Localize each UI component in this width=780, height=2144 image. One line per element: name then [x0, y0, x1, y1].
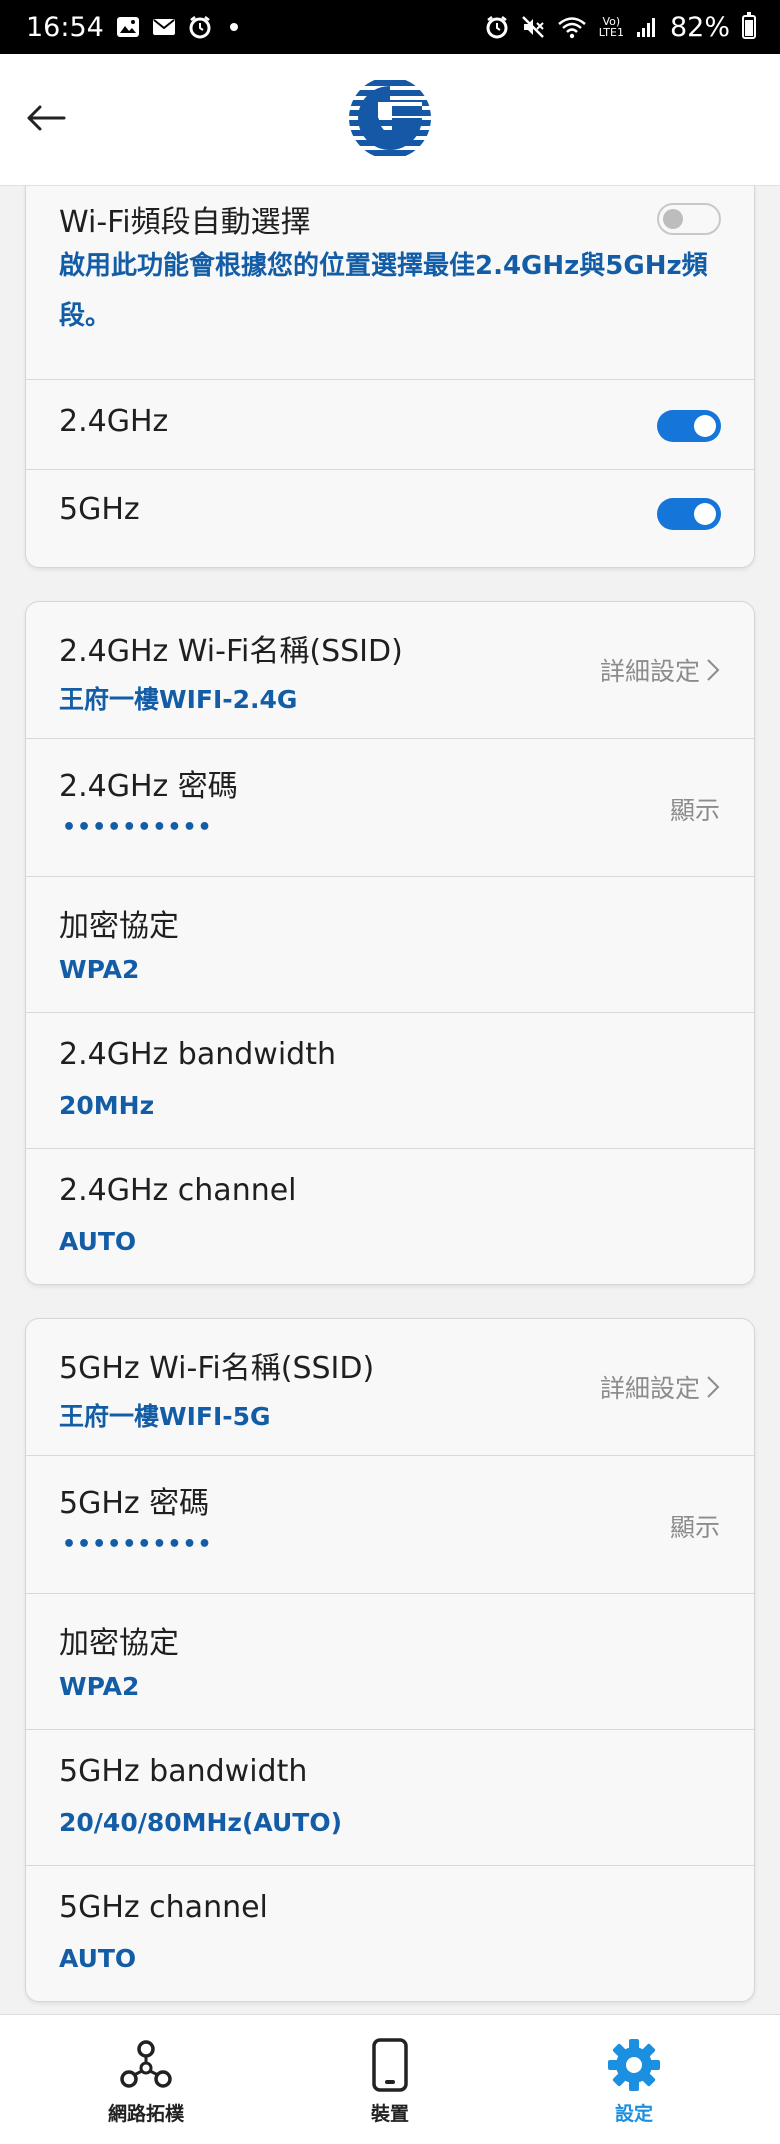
- mute-icon: [521, 15, 545, 39]
- ssid-5-detail-button[interactable]: 詳細設定: [600, 1369, 720, 1405]
- alarm-icon: [485, 15, 509, 39]
- ssid-5-value: 王府一樓WIFI-5G: [59, 1402, 271, 1431]
- channel-24-row: 2.4GHz channel AUTO: [26, 1148, 754, 1284]
- bandwidth-24-label: 2.4GHz bandwidth: [59, 1037, 336, 1072]
- nav-network-topology[interactable]: 網路拓樸: [16, 2015, 276, 2144]
- encryption-24-label: 加密協定: [59, 909, 179, 944]
- image-icon: [116, 16, 140, 38]
- chunghwa-telecom-logo-icon: [348, 76, 432, 160]
- password-24-value: ••••••••••: [62, 815, 213, 840]
- signal-icon: [636, 16, 658, 38]
- band-24-label: 2.4GHz: [59, 404, 169, 439]
- ssid-24-detail-button[interactable]: 詳細設定: [600, 652, 720, 688]
- settings-scroll-area[interactable]: Wi-Fi頻段自動選擇 啟用此功能會根據您的位置選擇最佳2.4GHz與5GHz頻…: [0, 186, 780, 2014]
- wifi-24-card: 2.4GHz Wi-Fi名稱(SSID) 王府一樓WIFI-2.4G 詳細設定 …: [25, 601, 755, 1285]
- status-time: 16:54: [26, 11, 104, 43]
- ssid-24-detail-label: 詳細設定: [599, 657, 700, 686]
- auto-band-description: 啟用此功能會根據您的位置選擇最佳2.4GHz與5GHz頻段。: [59, 251, 708, 331]
- ssid-5-row[interactable]: 5GHz Wi-Fi名稱(SSID) 王府一樓WIFI-5G 詳細設定: [26, 1319, 754, 1455]
- band-24-toggle[interactable]: [657, 410, 721, 442]
- dot-icon: [229, 23, 238, 31]
- nav-settings[interactable]: 設定: [504, 2015, 764, 2144]
- mail-icon: [152, 18, 176, 36]
- encryption-5-value: WPA2: [59, 1672, 140, 1701]
- status-bar-right: Vo) LTE1 82%: [485, 12, 756, 43]
- auto-band-row: Wi-Fi頻段自動選擇 啟用此功能會根據您的位置選擇最佳2.4GHz與5GHz頻…: [26, 186, 754, 379]
- channel-5-label: 5GHz channel: [59, 1890, 268, 1925]
- status-bar: 16:54 Vo) LTE1 82%: [0, 0, 780, 54]
- arrow-left-icon: [27, 105, 66, 131]
- encryption-5-row: 加密協定 WPA2: [26, 1593, 754, 1729]
- chevron-right-icon: [707, 1376, 720, 1398]
- channel-24-label: 2.4GHz channel: [59, 1173, 297, 1208]
- wifi-icon: [557, 15, 587, 39]
- bandwidth-5-label: 5GHz bandwidth: [59, 1754, 308, 1789]
- ssid-5-detail-label: 詳細設定: [599, 1374, 700, 1403]
- ssid-5-label: 5GHz Wi-Fi名稱(SSID): [59, 1351, 375, 1386]
- password-24-label: 2.4GHz 密碼: [59, 769, 238, 804]
- band-5-row: 5GHz: [26, 469, 754, 559]
- auto-band-label: Wi-Fi頻段自動選擇: [59, 205, 311, 240]
- bandwidth-5-value: 20/40/80MHz(AUTO): [59, 1808, 343, 1837]
- encryption-5-label: 加密協定: [59, 1626, 179, 1661]
- encryption-24-value: WPA2: [59, 955, 140, 984]
- ssid-24-row[interactable]: 2.4GHz Wi-Fi名稱(SSID) 王府一樓WIFI-2.4G 詳細設定: [26, 602, 754, 738]
- band-5-toggle[interactable]: [657, 498, 721, 530]
- nav-network-topology-label: 網路拓樸: [107, 2103, 184, 2125]
- alarm-clock-icon: [188, 15, 212, 39]
- band-5-label: 5GHz: [59, 492, 140, 527]
- gear-icon: [608, 2039, 660, 2091]
- bandwidth-24-value: 20MHz: [59, 1091, 155, 1120]
- bandwidth-24-row: 2.4GHz bandwidth 20MHz: [26, 1012, 754, 1148]
- channel-5-row: 5GHz channel AUTO: [26, 1865, 754, 2001]
- nav-devices[interactable]: 裝置: [260, 2015, 520, 2144]
- password-5-row: 5GHz 密碼 •••••••••• 顯示: [26, 1455, 754, 1593]
- bottom-navigation: 網路拓樸 裝置 設定: [0, 2014, 780, 2144]
- nav-settings-label: 設定: [614, 2103, 653, 2125]
- network-topology-icon: [120, 2040, 172, 2088]
- volte-icon: Vo) LTE1: [598, 15, 624, 39]
- auto-band-toggle[interactable]: [657, 203, 721, 235]
- channel-5-value: AUTO: [59, 1944, 137, 1973]
- bandwidth-5-row: 5GHz bandwidth 20/40/80MHz(AUTO): [26, 1729, 754, 1865]
- app-header: [0, 54, 780, 186]
- password-24-row: 2.4GHz 密碼 •••••••••• 顯示: [26, 738, 754, 876]
- ssid-24-label: 2.4GHz Wi-Fi名稱(SSID): [59, 634, 403, 669]
- password-24-show-button[interactable]: 顯示: [670, 791, 720, 827]
- band-selection-card: Wi-Fi頻段自動選擇 啟用此功能會根據您的位置選擇最佳2.4GHz與5GHz頻…: [25, 186, 755, 568]
- battery-icon: [742, 12, 756, 39]
- chevron-right-icon: [707, 659, 720, 681]
- wifi-5-card: 5GHz Wi-Fi名稱(SSID) 王府一樓WIFI-5G 詳細設定 5GHz…: [25, 1318, 755, 2002]
- phone-device-icon: [372, 2038, 408, 2092]
- password-5-value: ••••••••••: [62, 1532, 213, 1557]
- battery-percent: 82%: [669, 11, 730, 43]
- password-5-label: 5GHz 密碼: [59, 1486, 210, 1521]
- status-bar-left: 16:54: [26, 12, 238, 43]
- password-5-show-button[interactable]: 顯示: [670, 1508, 720, 1544]
- ssid-24-value: 王府一樓WIFI-2.4G: [59, 685, 298, 714]
- nav-devices-label: 裝置: [370, 2103, 409, 2125]
- channel-24-value: AUTO: [59, 1227, 137, 1256]
- back-button[interactable]: [22, 94, 70, 142]
- band-24-row: 2.4GHz: [26, 379, 754, 469]
- encryption-24-row: 加密協定 WPA2: [26, 876, 754, 1012]
